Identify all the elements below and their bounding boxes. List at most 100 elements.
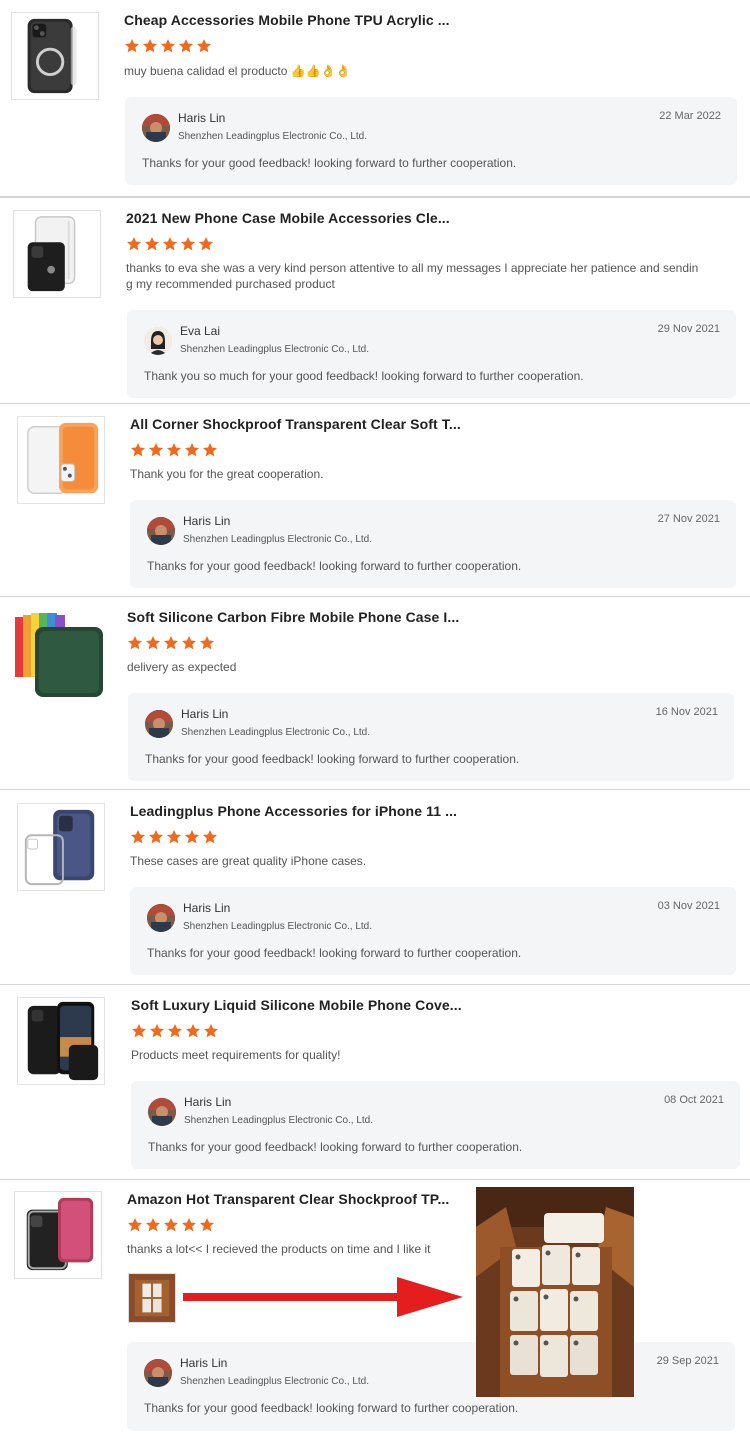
star-icon <box>203 830 217 844</box>
reply-author-name: Haris Lin <box>183 514 231 528</box>
reply-text: Thanks for your good feedback! looking f… <box>145 752 520 766</box>
avatar <box>144 327 172 355</box>
review-comment: Products meet requirements for quality! <box>131 1048 341 1062</box>
review-comment: thanks a lot<< I recieved the products o… <box>127 1242 431 1256</box>
star-icon <box>200 1218 214 1232</box>
seller-reply: Haris Lin Shenzhen Leadingplus Electroni… <box>125 97 737 185</box>
star-rating <box>131 1023 219 1039</box>
reply-text: Thanks for your good feedback! looking f… <box>142 156 517 170</box>
star-icon <box>186 1024 200 1038</box>
reply-company: Shenzhen Leadingplus Electronic Co., Ltd… <box>180 344 370 355</box>
star-icon <box>167 443 181 457</box>
reply-date: 29 Nov 2021 <box>657 323 720 335</box>
star-icon <box>149 443 163 457</box>
star-icon <box>128 1218 142 1232</box>
star-icon <box>185 443 199 457</box>
avatar <box>147 517 175 545</box>
review-comment: Thank you for the great cooperation. <box>130 467 324 481</box>
review-card: 2021 New Phone Case Mobile Accessories C… <box>0 197 750 404</box>
product-title[interactable]: Soft Silicone Carbon Fibre Mobile Phone … <box>127 609 459 625</box>
review-card: All Corner Shockproof Transparent Clear … <box>0 403 750 597</box>
product-thumbnail[interactable] <box>13 210 101 298</box>
review-card: Soft Luxury Liquid Silicone Mobile Phone… <box>0 984 750 1180</box>
product-thumbnail[interactable] <box>17 416 105 504</box>
review-comment: muy buena calidad el producto 👍👍👌👌 <box>124 64 351 78</box>
product-title[interactable]: Soft Luxury Liquid Silicone Mobile Phone… <box>131 997 462 1013</box>
seller-reply: Haris Lin Shenzhen Leadingplus Electroni… <box>131 1081 740 1169</box>
product-title[interactable]: All Corner Shockproof Transparent Clear … <box>130 416 461 432</box>
avatar <box>144 1359 172 1387</box>
reply-date: 03 Nov 2021 <box>657 900 720 912</box>
star-icon <box>146 1218 160 1232</box>
reply-text: Thank you so much for your good feedback… <box>144 369 584 383</box>
reply-company: Shenzhen Leadingplus Electronic Co., Ltd… <box>178 131 368 142</box>
reply-company: Shenzhen Leadingplus Electronic Co., Ltd… <box>183 534 373 545</box>
product-thumbnail[interactable] <box>17 997 105 1085</box>
star-icon <box>149 830 163 844</box>
star-icon <box>150 1024 164 1038</box>
review-photo-enlarged[interactable] <box>476 1187 634 1397</box>
reply-company: Shenzhen Leadingplus Electronic Co., Ltd… <box>183 921 373 932</box>
star-rating <box>127 1217 215 1233</box>
product-thumbnail[interactable] <box>15 609 103 697</box>
star-rating <box>126 236 214 252</box>
review-card: Soft Silicone Carbon Fibre Mobile Phone … <box>0 596 750 790</box>
seller-reply: Haris Lin Shenzhen Leadingplus Electroni… <box>130 500 736 588</box>
star-icon <box>204 1024 218 1038</box>
reply-author-name: Haris Lin <box>180 1356 228 1370</box>
review-comment: These cases are great quality iPhone cas… <box>130 854 367 868</box>
star-icon <box>181 237 195 251</box>
star-icon <box>131 830 145 844</box>
review-comment: thanks to eva she was a very kind person… <box>126 261 699 291</box>
star-icon <box>199 237 213 251</box>
star-icon <box>182 636 196 650</box>
reply-date: 29 Sep 2021 <box>656 1355 719 1367</box>
product-thumbnail[interactable] <box>17 803 105 891</box>
star-icon <box>161 39 175 53</box>
star-icon <box>125 39 139 53</box>
star-icon <box>179 39 193 53</box>
star-icon <box>185 830 199 844</box>
star-icon <box>203 443 217 457</box>
avatar <box>145 710 173 738</box>
star-icon <box>164 1218 178 1232</box>
product-title[interactable]: Leadingplus Phone Accessories for iPhone… <box>130 803 457 819</box>
review-comment: delivery as expected <box>127 660 237 674</box>
reply-author-name: Haris Lin <box>183 901 231 915</box>
reply-company: Shenzhen Leadingplus Electronic Co., Ltd… <box>184 1115 374 1126</box>
star-icon <box>200 636 214 650</box>
reply-text: Thanks for your good feedback! looking f… <box>148 1140 523 1154</box>
reply-text: Thanks for your good feedback! looking f… <box>147 946 522 960</box>
star-icon <box>168 1024 182 1038</box>
star-icon <box>164 636 178 650</box>
product-title[interactable]: Amazon Hot Transparent Clear Shockproof … <box>127 1191 449 1207</box>
review-card: Leadingplus Phone Accessories for iPhone… <box>0 789 750 985</box>
reply-company: Shenzhen Leadingplus Electronic Co., Ltd… <box>181 727 371 738</box>
star-icon <box>145 237 159 251</box>
seller-reply: Haris Lin Shenzhen Leadingplus Electroni… <box>130 887 736 975</box>
reply-company: Shenzhen Leadingplus Electronic Co., Ltd… <box>180 1376 370 1387</box>
product-thumbnail[interactable] <box>11 12 99 100</box>
star-icon <box>167 830 181 844</box>
reply-text: Thanks for your good feedback! looking f… <box>144 1401 519 1415</box>
product-title[interactable]: 2021 New Phone Case Mobile Accessories C… <box>126 210 450 226</box>
avatar <box>148 1098 176 1126</box>
reply-date: 16 Nov 2021 <box>655 706 718 718</box>
reply-text: Thanks for your good feedback! looking f… <box>147 559 522 573</box>
star-icon <box>128 636 142 650</box>
reply-date: 22 Mar 2022 <box>659 110 721 122</box>
review-card: Cheap Accessories Mobile Phone TPU Acryl… <box>0 0 750 197</box>
star-rating <box>127 635 215 651</box>
product-thumbnail[interactable] <box>14 1191 102 1279</box>
seller-reply: Haris Lin Shenzhen Leadingplus Electroni… <box>128 693 734 781</box>
star-rating <box>124 38 212 54</box>
arrow-right-icon <box>183 1277 463 1317</box>
star-icon <box>146 636 160 650</box>
reply-author-name: Haris Lin <box>181 707 229 721</box>
product-title[interactable]: Cheap Accessories Mobile Phone TPU Acryl… <box>124 12 450 28</box>
reply-date: 27 Nov 2021 <box>657 513 720 525</box>
star-icon <box>163 237 177 251</box>
review-photo-thumbnail[interactable] <box>128 1273 176 1323</box>
star-icon <box>143 39 157 53</box>
reply-author-name: Haris Lin <box>178 111 226 125</box>
